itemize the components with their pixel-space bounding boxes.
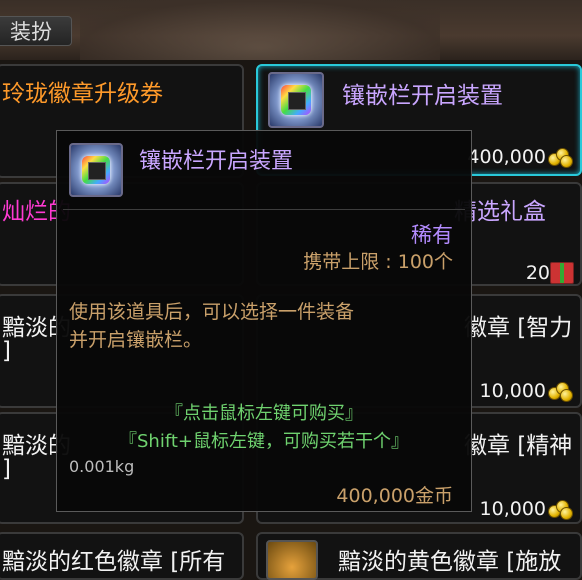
tooltip-item-name: 镶嵌栏开启装置 [139, 149, 294, 174]
badge-item-icon [266, 540, 318, 580]
socket-opener-item-icon [268, 72, 324, 128]
tooltip-price: 400,000金币 [336, 485, 453, 507]
tab-costume[interactable]: 装扮 [0, 16, 72, 46]
item-tooltip: 镶嵌栏开启装置 稀有 携带上限 : 100个 使用该道具后，可以选择一件装备 并… [56, 130, 472, 512]
slot-label: 黯淡的黄色徽章 [施放 [338, 549, 562, 575]
gold-coin-icon [548, 500, 573, 520]
slot-price: 10,000 [480, 498, 573, 520]
gold-coin-icon [548, 382, 573, 402]
slot-label: 徽章 [精神 [464, 433, 573, 459]
slot-label: 徽章 [智力 [464, 315, 573, 341]
tooltip-rarity: 稀有 [411, 223, 453, 247]
slot-label: 黯淡的红色徽章 [所有 [2, 549, 226, 575]
slot-price: 400,000 [467, 146, 573, 168]
slot-count: 20 [525, 262, 550, 284]
tooltip-shift-click-hint: 『Shift+鼠标左键，可购买若干个』 [119, 431, 409, 452]
shop-slot-dim-yellow-badge[interactable]: 黯淡的黄色徽章 [施放 [256, 532, 582, 580]
slot-label: 镶嵌栏开启装置 [342, 83, 503, 109]
slot-price: 10,000 [480, 380, 573, 402]
tooltip-click-to-buy-hint: 『点击鼠标左键可购买』 [165, 403, 363, 424]
slot-label-continued: ] [2, 338, 11, 364]
tooltip-item-icon [69, 143, 123, 197]
slot-label-continued: ] [2, 456, 11, 482]
tooltip-divider [63, 209, 465, 210]
gift-box-icon [550, 262, 574, 284]
header-artwork [80, 0, 440, 60]
shop-slot-dim-red-badge[interactable]: 黯淡的红色徽章 [所有 [0, 532, 244, 580]
tooltip-carry-limit: 携带上限 : 100个 [303, 251, 453, 273]
slot-label: 玲珑徽章升级券 [2, 81, 163, 107]
tooltip-description-line-2: 并开启镶嵌栏。 [69, 329, 203, 351]
tooltip-weight: 0.001kg [69, 457, 135, 476]
gold-coin-icon [548, 148, 573, 168]
tooltip-description-line-1: 使用该道具后，可以选择一件装备 [69, 301, 355, 323]
